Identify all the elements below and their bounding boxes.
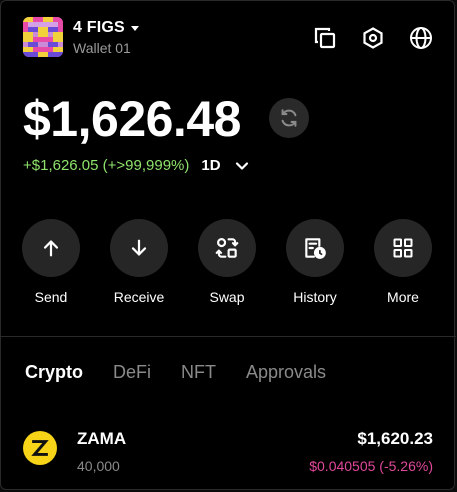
swap-icon [215,238,239,258]
wallet-selector[interactable]: 4 FIGS [73,19,139,37]
section-divider [1,336,456,337]
period-selector[interactable]: 1D [201,157,220,174]
grid-icon [393,238,413,258]
receive-label: Receive [113,289,165,305]
token-price-change: $0.040505 (-5.26%) [309,458,433,474]
wallet-name: 4 FIGS [73,19,125,36]
more-button[interactable]: More [373,219,433,305]
swap-button[interactable]: Swap [197,219,257,305]
tab-defi[interactable]: DeFi [113,362,151,383]
header-icons [312,25,434,51]
caret-down-icon[interactable] [130,25,139,31]
tab-approvals[interactable]: Approvals [246,362,326,383]
tab-nft[interactable]: NFT [181,362,216,383]
balance-change-row: +$1,626.05 (+>99,999%) 1D [23,157,249,174]
copy-icon[interactable] [312,25,338,51]
history-label: History [293,289,337,305]
asset-tabs: Crypto DeFi NFT Approvals [25,362,356,383]
refresh-button[interactable] [269,98,309,138]
arrow-down-icon [131,239,147,256]
history-icon [305,238,326,259]
token-amount: 40,000 [77,458,120,474]
zama-logo-icon [23,431,57,465]
wallet-avatar[interactable] [23,17,63,57]
wallet-subtitle: Wallet 01 [73,40,131,56]
token-row[interactable]: ZAMA 40,000 $1,620.23 $0.040505 (-5.26%) [23,427,433,477]
action-bar: Send Receive Swap History More [21,219,433,305]
tab-crypto[interactable]: Crypto [25,362,83,383]
wallet-header: 4 FIGS Wallet 01 [23,17,434,59]
token-value: $1,620.23 [357,429,433,448]
wallet-panel: 4 FIGS Wallet 01 $1,626.48 +$1,626.05 (+… [0,0,456,490]
token-name: ZAMA [77,429,127,448]
total-balance: $1,626.48 [23,91,241,147]
chevron-down-icon[interactable] [235,161,249,171]
balance-change: +$1,626.05 (+>99,999%) [23,157,190,174]
receive-button[interactable]: Receive [109,219,169,305]
send-button[interactable]: Send [21,219,81,305]
history-button[interactable]: History [285,219,345,305]
settings-hexagon-icon[interactable] [360,25,386,51]
more-label: More [387,289,419,305]
refresh-icon [281,109,297,127]
send-label: Send [34,289,68,305]
arrow-up-icon [43,240,59,257]
globe-icon[interactable] [408,25,434,51]
swap-label: Swap [209,289,245,305]
